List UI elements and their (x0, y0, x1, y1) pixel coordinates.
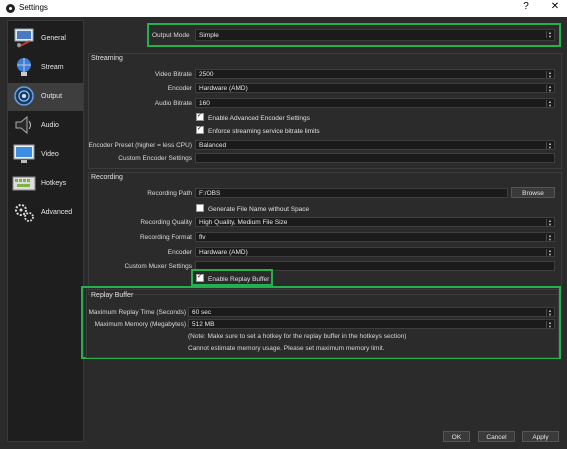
sidebar-item-audio[interactable]: Audio (8, 112, 83, 140)
dropdown-arrows-icon: ▲ ▼ (546, 85, 553, 92)
recording-encoder-value: Hardware (AMD) (199, 249, 248, 256)
recording-path-value: F:/OBS (199, 190, 221, 197)
recording-encoder-label: Encoder (167, 249, 192, 256)
sidebar-item-stream[interactable]: Stream (8, 54, 83, 82)
stream-globe-icon (17, 58, 31, 76)
max-replay-time-label: Maximum Replay Time (Seconds) (88, 309, 186, 316)
max-memory-input[interactable]: 512 MB ▲ ▼ (188, 319, 555, 329)
streaming-group-title: Streaming (91, 55, 123, 62)
replay-hotkey-note: (Note: Make sure to set a hotkey for the… (188, 333, 407, 340)
max-replay-time-input[interactable]: 60 sec ▲ ▼ (188, 307, 555, 317)
help-button[interactable]: ? (516, 1, 536, 12)
max-replay-time-value: 60 sec (192, 309, 212, 316)
sidebar-item-label: Advanced (41, 209, 73, 216)
sidebar-item-video[interactable]: Video (8, 141, 83, 169)
stream-encoder-label: Encoder (167, 85, 192, 92)
settings-sidebar: General Stream Output Audio Video Hotkey… (7, 20, 84, 442)
obs-app-icon (6, 4, 15, 13)
sidebar-item-general[interactable]: General (8, 25, 83, 53)
memory-estimate-note: Cannot estimate memory usage. Please set… (188, 345, 385, 352)
filename-no-space-checkbox[interactable]: Generate File Name without Space (196, 204, 309, 213)
sidebar-item-label: Video (41, 151, 59, 158)
sidebar-item-label: Hotkeys (41, 180, 67, 187)
audio-bitrate-label: Audio Bitrate (154, 100, 192, 107)
recording-format-value: flv (199, 234, 206, 241)
sidebar-item-label: Output (41, 93, 63, 100)
close-button[interactable]: ✕ (545, 1, 565, 12)
spinner-arrows-icon[interactable]: ▲ ▼ (546, 309, 553, 316)
video-bitrate-input[interactable]: 2500 ▲ ▼ (195, 69, 555, 79)
sidebar-item-label: Stream (41, 64, 64, 71)
video-bitrate-value: 2500 (199, 71, 214, 78)
speaker-icon (15, 115, 32, 135)
stream-encoder-value: Hardware (AMD) (199, 85, 248, 92)
sidebar-item-label: Audio (41, 122, 59, 129)
checkbox-checked-icon (196, 125, 204, 134)
replay-buffer-group-title: Replay Buffer (91, 292, 134, 299)
stream-encoder-select[interactable]: Hardware (AMD) ▲ ▼ (195, 83, 555, 93)
enable-advanced-encoder-checkbox[interactable]: Enable Advanced Encoder Settings (196, 112, 310, 122)
filename-no-space-label: Generate File Name without Space (208, 206, 310, 213)
custom-muxer-label: Custom Muxer Settings (124, 263, 192, 270)
sidebar-item-output[interactable]: Output (8, 83, 83, 111)
ok-button[interactable]: OK (443, 431, 470, 442)
sidebar-item-label: General (41, 35, 66, 42)
keyboard-icon (12, 176, 36, 191)
recording-quality-value: High Quality, Medium File Size (199, 219, 288, 226)
recording-path-input[interactable]: F:/OBS (195, 188, 508, 198)
sidebar-item-hotkeys[interactable]: Hotkeys (8, 170, 83, 198)
encoder-preset-label: Encoder Preset (higher = less CPU) (88, 142, 192, 149)
recording-group-title: Recording (91, 174, 123, 181)
spinner-arrows-icon[interactable]: ▲ ▼ (546, 321, 553, 328)
enforce-bitrate-limits-checkbox[interactable]: Enforce streaming service bitrate limits (196, 125, 320, 135)
dropdown-arrows-icon: ▲ ▼ (546, 234, 553, 241)
spinner-arrows-icon[interactable]: ▲ ▼ (546, 71, 553, 78)
recording-encoder-select[interactable]: Hardware (AMD) ▲ ▼ (195, 247, 555, 257)
audio-bitrate-select[interactable]: 160 ▲ ▼ (195, 98, 555, 108)
cancel-button[interactable]: Cancel (478, 431, 515, 442)
enable-replay-buffer-checkbox[interactable]: Enable Replay Buffer (196, 273, 270, 283)
checkbox-checked-icon (196, 273, 204, 282)
browse-button[interactable]: Browse (511, 187, 555, 198)
output-signal-icon (14, 86, 34, 106)
audio-bitrate-value: 160 (199, 100, 210, 107)
output-mode-value: Simple (199, 32, 219, 39)
sidebar-item-advanced[interactable]: Advanced (8, 199, 83, 227)
enable-advanced-encoder-label: Enable Advanced Encoder Settings (208, 115, 310, 122)
monitor-icon (13, 144, 35, 163)
dropdown-arrows-icon: ▲ ▼ (546, 219, 553, 226)
enable-replay-buffer-label: Enable Replay Buffer (208, 276, 270, 283)
recording-format-select[interactable]: flv ▲ ▼ (195, 232, 555, 242)
dropdown-arrows-icon: ▲ ▼ (546, 31, 553, 38)
recording-path-label: Recording Path (147, 190, 192, 197)
dropdown-arrows-icon: ▲ ▼ (546, 100, 553, 107)
checkbox-checked-icon (196, 112, 204, 121)
custom-encoder-label: Custom Encoder Settings (118, 155, 192, 162)
output-mode-select[interactable]: Simple ▲ ▼ (195, 29, 555, 41)
output-mode-label: Output Mode (152, 32, 190, 39)
gear-monitor-icon (14, 28, 34, 48)
apply-button[interactable]: Apply (522, 431, 559, 442)
recording-quality-select[interactable]: High Quality, Medium File Size ▲ ▼ (195, 217, 555, 227)
max-memory-label: Maximum Memory (Megabytes) (94, 321, 186, 328)
encoder-preset-select[interactable]: Balanced ▲ ▼ (195, 140, 555, 150)
window-title: Settings (19, 3, 48, 12)
encoder-preset-value: Balanced (199, 142, 227, 149)
enforce-bitrate-limits-label: Enforce streaming service bitrate limits (208, 128, 320, 135)
custom-encoder-input[interactable] (195, 153, 555, 163)
dropdown-arrows-icon: ▲ ▼ (546, 249, 553, 256)
video-bitrate-label: Video Bitrate (154, 71, 192, 78)
gears-icon (15, 204, 34, 222)
dropdown-arrows-icon: ▲ ▼ (546, 142, 553, 149)
recording-format-label: Recording Format (139, 234, 192, 241)
checkbox-unchecked-icon (196, 204, 204, 212)
recording-quality-label: Recording Quality (140, 219, 192, 226)
max-memory-value: 512 MB (192, 321, 215, 328)
settings-main-panel: Output Mode Simple ▲ ▼ Streaming Video Bi… (81, 20, 562, 442)
title-bar: Settings ? ✕ (0, 0, 567, 17)
